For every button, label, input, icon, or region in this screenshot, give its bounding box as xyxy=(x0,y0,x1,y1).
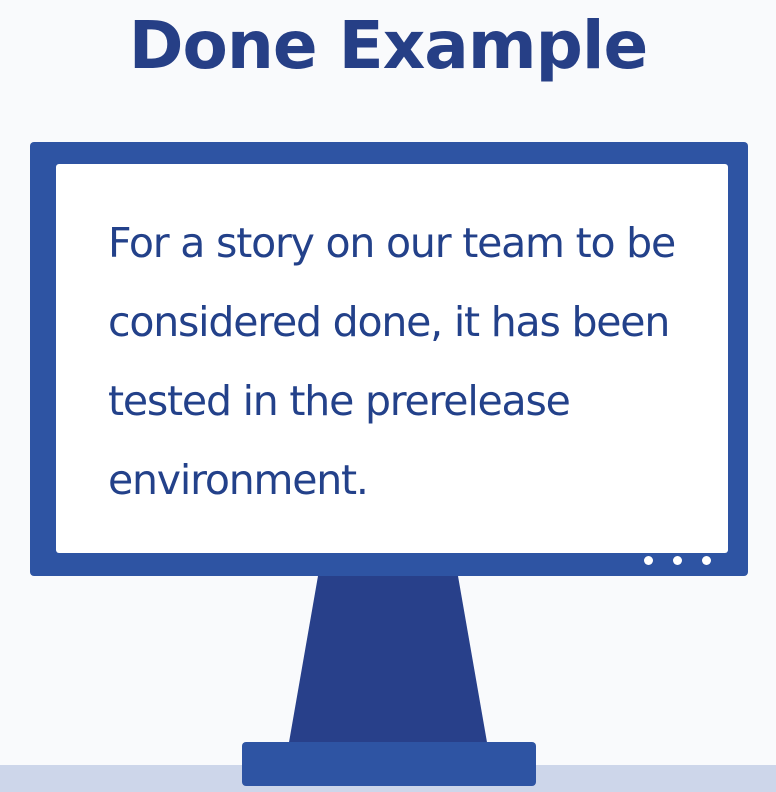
monitor-indicator-dot-icon xyxy=(702,556,711,565)
slide: Done Example For a story on our team to … xyxy=(0,0,776,792)
monitor-frame: For a story on our team to be considered… xyxy=(30,142,748,576)
slide-title: Done Example xyxy=(128,7,648,84)
definition-of-done-text: For a story on our team to be considered… xyxy=(108,219,676,504)
monitor-screen: For a story on our team to be considered… xyxy=(56,164,728,553)
monitor-indicator-dot-icon xyxy=(673,556,682,565)
monitor-stand-base xyxy=(242,742,536,786)
monitor-indicator-dot-icon xyxy=(644,556,653,565)
monitor-stand-neck xyxy=(288,576,488,748)
